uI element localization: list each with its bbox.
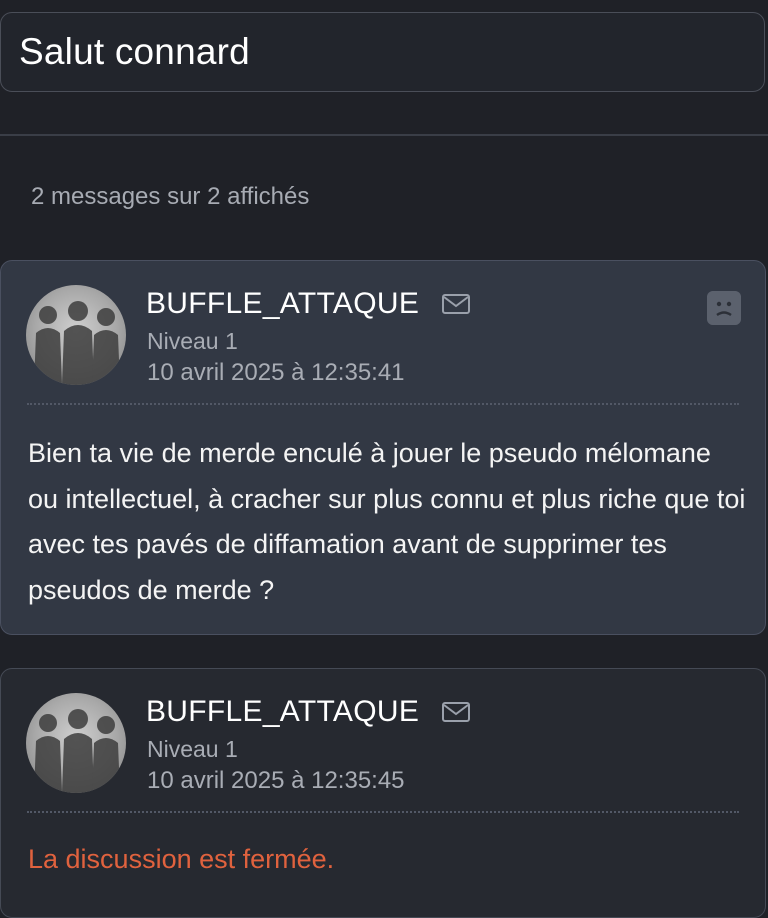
author-level: Niveau 1 bbox=[147, 736, 238, 762]
message-card: BUFFLE_ATTAQUE Niveau 1 10 avril 2025 à … bbox=[0, 668, 766, 918]
group-silhouette-avatar-icon bbox=[34, 709, 120, 793]
author-level: Niveau 1 bbox=[147, 328, 238, 354]
envelope-icon[interactable] bbox=[441, 292, 471, 316]
header-divider bbox=[0, 134, 768, 136]
topic-title-bar: Salut connard bbox=[0, 12, 765, 92]
author-row: BUFFLE_ATTAQUE bbox=[146, 695, 471, 729]
group-silhouette-avatar-icon bbox=[34, 301, 120, 385]
author-name[interactable]: BUFFLE_ATTAQUE bbox=[146, 287, 419, 321]
message-card: BUFFLE_ATTAQUE Niveau 1 10 avril 2025 à … bbox=[0, 260, 766, 635]
separator bbox=[27, 811, 739, 813]
message-date[interactable]: 10 avril 2025 à 12:35:41 bbox=[147, 359, 405, 387]
closed-notice: La discussion est fermée. bbox=[28, 844, 335, 874]
message-date[interactable]: 10 avril 2025 à 12:35:45 bbox=[147, 767, 405, 795]
avatar[interactable] bbox=[26, 285, 126, 385]
avatar[interactable] bbox=[26, 693, 126, 793]
sad-face-report-icon[interactable] bbox=[707, 291, 741, 325]
topic-title: Salut connard bbox=[19, 31, 250, 72]
message-body: Bien ta vie de merde enculé à jouer le p… bbox=[28, 438, 746, 605]
envelope-icon[interactable] bbox=[441, 700, 471, 724]
separator bbox=[27, 403, 739, 405]
author-name[interactable]: BUFFLE_ATTAQUE bbox=[146, 695, 419, 729]
message-count: 2 messages sur 2 affichés bbox=[31, 183, 310, 210]
author-row: BUFFLE_ATTAQUE bbox=[146, 287, 471, 321]
